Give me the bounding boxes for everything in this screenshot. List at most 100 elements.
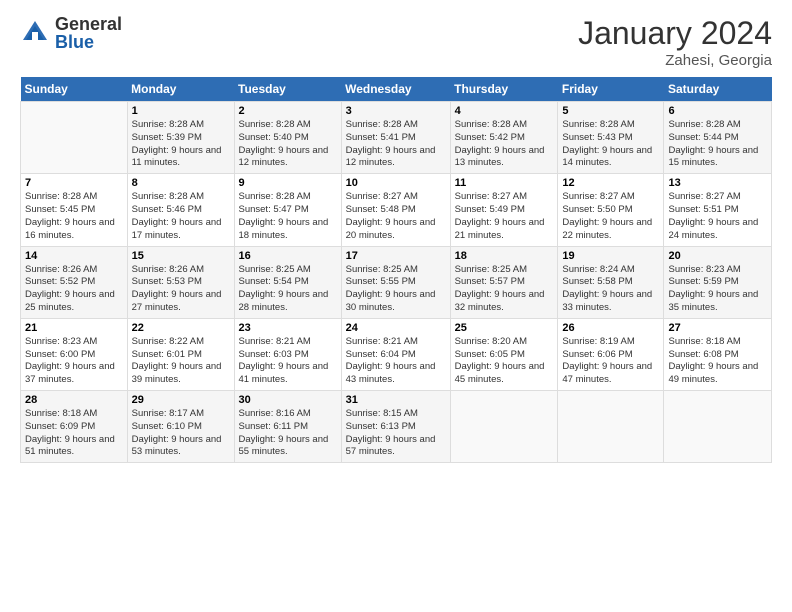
day-info: Sunrise: 8:23 AMSunset: 5:59 PMDaylight:…	[668, 264, 758, 313]
day-info: Sunrise: 8:26 AMSunset: 5:53 PMDaylight:…	[132, 264, 222, 313]
day-number: 2	[239, 105, 337, 117]
day-info: Sunrise: 8:22 AMSunset: 6:01 PMDaylight:…	[132, 336, 222, 385]
cell-w4-d6	[664, 391, 772, 463]
cell-w1-d6: 13Sunrise: 8:27 AMSunset: 5:51 PMDayligh…	[664, 174, 772, 246]
cell-w4-d2: 30 Sunrise: 8:16 AMSunset: 6:11 PMDayligh…	[234, 391, 341, 463]
cell-w3-d0: 21 Sunrise: 8:23 AMSunset: 6:00 PMDayligh…	[21, 318, 128, 390]
day-number: 19	[562, 250, 659, 262]
day-number: 29	[132, 394, 230, 406]
logo-text: General Blue	[55, 15, 122, 51]
day-info: Sunrise: 8:28 AMSunset: 5:41 PMDaylight:…	[346, 119, 436, 168]
day-info: Sunrise: 8:28 AMSunset: 5:42 PMDaylight:…	[455, 119, 545, 168]
cell-w1-d2: 9 Sunrise: 8:28 AMSunset: 5:47 PMDaylight…	[234, 174, 341, 246]
day-info: Sunrise: 8:18 AMSunset: 6:08 PMDaylight:…	[668, 336, 758, 385]
day-number: 1	[132, 105, 230, 117]
calendar-table: Sunday Monday Tuesday Wednesday Thursday…	[20, 77, 772, 463]
week-row-4: 28Sunrise: 8:18 AMSunset: 6:09 PMDayligh…	[21, 391, 772, 463]
month-title: January 2024	[578, 15, 772, 52]
day-info: Sunrise: 8:26 AMSunset: 5:52 PMDaylight:…	[25, 264, 115, 313]
day-number: 5	[562, 105, 659, 117]
day-number: 27	[668, 322, 767, 334]
cell-w0-d0	[21, 102, 128, 174]
week-row-2: 14 Sunrise: 8:26 AMSunset: 5:52 PMDayligh…	[21, 246, 772, 318]
day-info: Sunrise: 8:24 AMSunset: 5:58 PMDaylight:…	[562, 264, 652, 313]
week-row-1: 7Sunrise: 8:28 AMSunset: 5:45 PMDaylight…	[21, 174, 772, 246]
cell-w2-d1: 15 Sunrise: 8:26 AMSunset: 5:53 PMDayligh…	[127, 246, 234, 318]
week-row-3: 21 Sunrise: 8:23 AMSunset: 6:00 PMDayligh…	[21, 318, 772, 390]
col-tuesday: Tuesday	[234, 77, 341, 102]
day-number: 23	[239, 322, 337, 334]
cell-w4-d0: 28Sunrise: 8:18 AMSunset: 6:09 PMDayligh…	[21, 391, 128, 463]
calendar-page: General Blue January 2024 Zahesi, Georgi…	[0, 0, 792, 612]
day-info: Sunrise: 8:23 AMSunset: 6:00 PMDaylight:…	[25, 336, 115, 385]
day-number: 3	[346, 105, 446, 117]
title-area: January 2024 Zahesi, Georgia	[578, 15, 772, 69]
cell-w3-d1: 22Sunrise: 8:22 AMSunset: 6:01 PMDayligh…	[127, 318, 234, 390]
cell-w2-d5: 19 Sunrise: 8:24 AMSunset: 5:58 PMDayligh…	[558, 246, 664, 318]
cell-w0-d1: 1 Sunrise: 8:28 AMSunset: 5:39 PMDaylight…	[127, 102, 234, 174]
day-info: Sunrise: 8:20 AMSunset: 6:05 PMDaylight:…	[455, 336, 545, 385]
day-info: Sunrise: 8:21 AMSunset: 6:03 PMDaylight:…	[239, 336, 329, 385]
day-info: Sunrise: 8:27 AMSunset: 5:49 PMDaylight:…	[455, 191, 545, 240]
cell-w0-d3: 3 Sunrise: 8:28 AMSunset: 5:41 PMDaylight…	[341, 102, 450, 174]
logo-blue-text: Blue	[55, 33, 122, 51]
col-sunday: Sunday	[21, 77, 128, 102]
col-thursday: Thursday	[450, 77, 558, 102]
day-info: Sunrise: 8:15 AMSunset: 6:13 PMDaylight:…	[346, 408, 436, 457]
day-info: Sunrise: 8:27 AMSunset: 5:51 PMDaylight:…	[668, 191, 758, 240]
cell-w3-d5: 26Sunrise: 8:19 AMSunset: 6:06 PMDayligh…	[558, 318, 664, 390]
day-number: 7	[25, 177, 123, 189]
day-info: Sunrise: 8:17 AMSunset: 6:10 PMDaylight:…	[132, 408, 222, 457]
day-info: Sunrise: 8:28 AMSunset: 5:47 PMDaylight:…	[239, 191, 329, 240]
day-number: 26	[562, 322, 659, 334]
day-number: 14	[25, 250, 123, 262]
cell-w0-d2: 2 Sunrise: 8:28 AMSunset: 5:40 PMDaylight…	[234, 102, 341, 174]
day-number: 30	[239, 394, 337, 406]
cell-w4-d4	[450, 391, 558, 463]
cell-w2-d2: 16 Sunrise: 8:25 AMSunset: 5:54 PMDayligh…	[234, 246, 341, 318]
day-number: 6	[668, 105, 767, 117]
day-info: Sunrise: 8:27 AMSunset: 5:48 PMDaylight:…	[346, 191, 436, 240]
location: Zahesi, Georgia	[578, 52, 772, 69]
cell-w1-d0: 7Sunrise: 8:28 AMSunset: 5:45 PMDaylight…	[21, 174, 128, 246]
col-saturday: Saturday	[664, 77, 772, 102]
day-info: Sunrise: 8:28 AMSunset: 5:39 PMDaylight:…	[132, 119, 222, 168]
cell-w4-d3: 31Sunrise: 8:15 AMSunset: 6:13 PMDayligh…	[341, 391, 450, 463]
day-info: Sunrise: 8:28 AMSunset: 5:46 PMDaylight:…	[132, 191, 222, 240]
col-friday: Friday	[558, 77, 664, 102]
day-number: 9	[239, 177, 337, 189]
cell-w2-d6: 20 Sunrise: 8:23 AMSunset: 5:59 PMDayligh…	[664, 246, 772, 318]
col-monday: Monday	[127, 77, 234, 102]
day-number: 15	[132, 250, 230, 262]
day-number: 17	[346, 250, 446, 262]
cell-w2-d0: 14 Sunrise: 8:26 AMSunset: 5:52 PMDayligh…	[21, 246, 128, 318]
cell-w1-d3: 10 Sunrise: 8:27 AMSunset: 5:48 PMDayligh…	[341, 174, 450, 246]
day-number: 21	[25, 322, 123, 334]
day-info: Sunrise: 8:28 AMSunset: 5:40 PMDaylight:…	[239, 119, 329, 168]
cell-w1-d4: 11Sunrise: 8:27 AMSunset: 5:49 PMDayligh…	[450, 174, 558, 246]
day-number: 8	[132, 177, 230, 189]
cell-w4-d1: 29 Sunrise: 8:17 AMSunset: 6:10 PMDayligh…	[127, 391, 234, 463]
logo: General Blue	[20, 15, 122, 51]
day-info: Sunrise: 8:16 AMSunset: 6:11 PMDaylight:…	[239, 408, 329, 457]
cell-w2-d3: 17 Sunrise: 8:25 AMSunset: 5:55 PMDayligh…	[341, 246, 450, 318]
day-number: 18	[455, 250, 554, 262]
cell-w1-d5: 12 Sunrise: 8:27 AMSunset: 5:50 PMDayligh…	[558, 174, 664, 246]
day-number: 16	[239, 250, 337, 262]
week-row-0: 1 Sunrise: 8:28 AMSunset: 5:39 PMDaylight…	[21, 102, 772, 174]
day-number: 24	[346, 322, 446, 334]
day-info: Sunrise: 8:18 AMSunset: 6:09 PMDaylight:…	[25, 408, 115, 457]
day-number: 4	[455, 105, 554, 117]
cell-w1-d1: 8 Sunrise: 8:28 AMSunset: 5:46 PMDaylight…	[127, 174, 234, 246]
cell-w3-d2: 23 Sunrise: 8:21 AMSunset: 6:03 PMDayligh…	[234, 318, 341, 390]
day-info: Sunrise: 8:25 AMSunset: 5:55 PMDaylight:…	[346, 264, 436, 313]
day-number: 12	[562, 177, 659, 189]
day-info: Sunrise: 8:27 AMSunset: 5:50 PMDaylight:…	[562, 191, 652, 240]
day-number: 10	[346, 177, 446, 189]
day-info: Sunrise: 8:25 AMSunset: 5:54 PMDaylight:…	[239, 264, 329, 313]
logo-general-text: General	[55, 15, 122, 33]
col-wednesday: Wednesday	[341, 77, 450, 102]
cell-w3-d3: 24Sunrise: 8:21 AMSunset: 6:04 PMDayligh…	[341, 318, 450, 390]
day-info: Sunrise: 8:25 AMSunset: 5:57 PMDaylight:…	[455, 264, 545, 313]
day-number: 20	[668, 250, 767, 262]
